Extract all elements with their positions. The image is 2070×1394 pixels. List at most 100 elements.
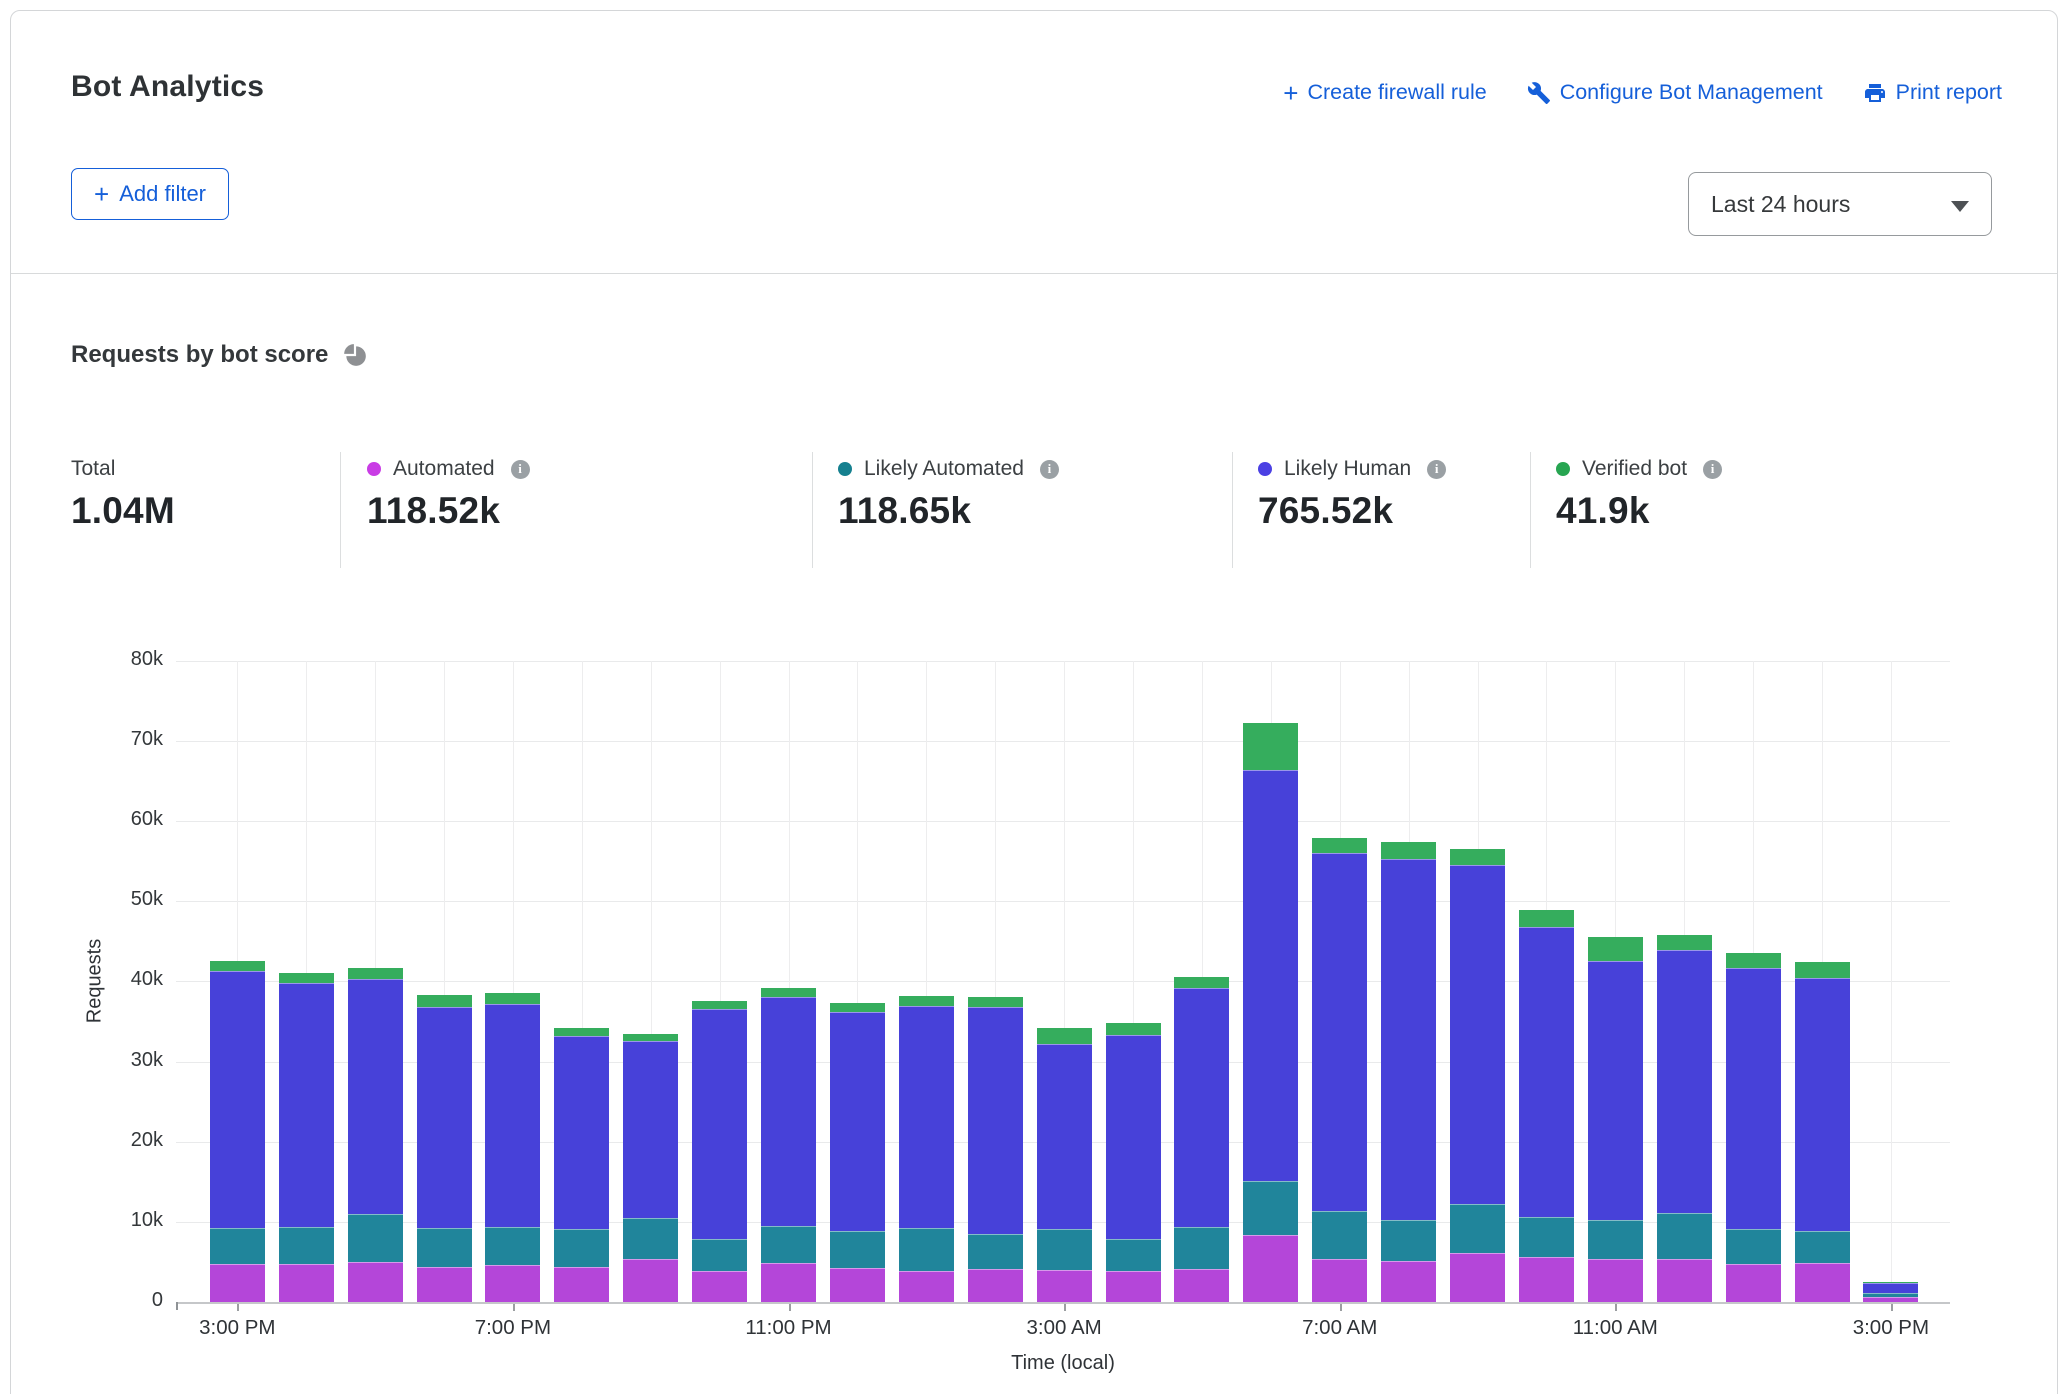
y-tick-label: 20k: [103, 1129, 163, 1152]
bar-segment-likely-automated: [1519, 1217, 1574, 1257]
bar-column[interactable]: [1795, 962, 1850, 1302]
bar-column[interactable]: [1037, 1028, 1092, 1302]
bar-column[interactable]: [1863, 1282, 1918, 1302]
bar-column[interactable]: [692, 1001, 747, 1302]
bar-column[interactable]: [348, 968, 403, 1302]
bar-segment-likely-human: [1863, 1283, 1918, 1293]
bar-segment-automated: [210, 1264, 265, 1302]
bar-segment-likely-human: [417, 1007, 472, 1228]
bar-segment-automated: [279, 1264, 334, 1302]
bar-segment-likely-automated: [1174, 1227, 1229, 1269]
bar-column[interactable]: [899, 996, 954, 1302]
bar-column[interactable]: [279, 973, 334, 1302]
bar-segment-verified-bot: [1106, 1023, 1161, 1035]
bar-column[interactable]: [1381, 842, 1436, 1302]
bar-segment-likely-automated: [1106, 1239, 1161, 1271]
bar-segment-likely-human: [1243, 770, 1298, 1181]
bar-column[interactable]: [1657, 935, 1712, 1302]
bar-segment-likely-human: [1726, 968, 1781, 1229]
bar-segment-likely-automated: [1588, 1220, 1643, 1259]
bar-segment-automated: [1381, 1261, 1436, 1302]
bar-column[interactable]: [1174, 977, 1229, 1302]
bar-segment-automated: [348, 1262, 403, 1302]
bar-segment-likely-automated: [210, 1228, 265, 1264]
bar-segment-likely-automated: [968, 1234, 1023, 1269]
y-tick-label: 80k: [103, 648, 163, 671]
bar-segment-likely-human: [210, 971, 265, 1228]
bar-column[interactable]: [968, 997, 1023, 1302]
x-tick: [1615, 1304, 1617, 1311]
bar-segment-verified-bot: [899, 996, 954, 1006]
bar-segment-verified-bot: [1312, 838, 1367, 853]
bar-segment-automated: [968, 1269, 1023, 1302]
bar-segment-likely-human: [1588, 961, 1643, 1220]
bar-segment-likely-automated: [1243, 1181, 1298, 1236]
bar-column[interactable]: [554, 1028, 609, 1302]
x-tick: [513, 1304, 515, 1311]
bar-column[interactable]: [830, 1003, 885, 1302]
bar-column[interactable]: [1243, 723, 1298, 1302]
x-axis-title: Time (local): [963, 1352, 1163, 1375]
bar-segment-likely-human: [1381, 859, 1436, 1220]
bar-column[interactable]: [1450, 849, 1505, 1302]
bar-segment-likely-automated: [1795, 1231, 1850, 1264]
bar-column[interactable]: [1106, 1023, 1161, 1302]
y-tick-label: 60k: [103, 808, 163, 831]
bar-segment-automated: [417, 1267, 472, 1302]
bar-column[interactable]: [210, 961, 265, 1302]
bar-segment-verified-bot: [1795, 962, 1850, 978]
x-tick: [237, 1304, 239, 1311]
x-axis-line: [176, 1302, 1950, 1304]
y-tick-label: 70k: [103, 728, 163, 751]
bar-segment-verified-bot: [554, 1028, 609, 1036]
y-tick-label: 10k: [103, 1209, 163, 1232]
bar-segment-verified-bot: [761, 988, 816, 998]
bar-column[interactable]: [1312, 838, 1367, 1302]
bar-segment-likely-automated: [1381, 1220, 1436, 1261]
bar-segment-likely-human: [1795, 978, 1850, 1231]
x-tick: [1891, 1304, 1893, 1311]
bar-segment-likely-automated: [899, 1228, 954, 1270]
y-axis-zero-tick: [176, 1302, 178, 1310]
x-tick: [1064, 1304, 1066, 1311]
bar-column[interactable]: [1588, 937, 1643, 1302]
bar-segment-automated: [1106, 1271, 1161, 1302]
bar-segment-likely-human: [1657, 950, 1712, 1213]
bar-segment-verified-bot: [1657, 935, 1712, 950]
bar-segment-likely-human: [1037, 1044, 1092, 1229]
y-axis-title: Requests: [84, 939, 107, 1024]
bar-segment-automated: [1795, 1263, 1850, 1302]
bar-segment-likely-human: [1519, 927, 1574, 1217]
bar-column[interactable]: [1726, 953, 1781, 1302]
bar-column[interactable]: [623, 1034, 678, 1302]
bar-column[interactable]: [485, 993, 540, 1303]
bar-segment-likely-human: [899, 1006, 954, 1228]
x-tick-label: 11:00 PM: [709, 1316, 869, 1340]
bar-segment-automated: [899, 1271, 954, 1302]
bar-segment-verified-bot: [1037, 1028, 1092, 1044]
bar-segment-automated: [1037, 1270, 1092, 1302]
bar-segment-likely-automated: [1037, 1229, 1092, 1270]
bar-segment-likely-automated: [1726, 1229, 1781, 1263]
bar-segment-likely-human: [1312, 853, 1367, 1211]
y-tick-label: 0: [103, 1289, 163, 1312]
bar-segment-likely-human: [761, 997, 816, 1226]
bar-segment-automated: [1450, 1253, 1505, 1302]
bar-segment-verified-bot: [968, 997, 1023, 1007]
bar-segment-likely-automated: [485, 1227, 540, 1265]
x-tick: [1340, 1304, 1342, 1311]
bar-column[interactable]: [417, 995, 472, 1302]
bar-segment-likely-automated: [830, 1231, 885, 1268]
bar-segment-likely-automated: [1450, 1204, 1505, 1253]
bar-segment-verified-bot: [485, 993, 540, 1004]
bar-segment-likely-human: [1174, 988, 1229, 1228]
bar-column[interactable]: [1519, 910, 1574, 1302]
bar-segment-likely-automated: [348, 1214, 403, 1262]
bar-segment-likely-automated: [417, 1228, 472, 1267]
y-tick-label: 50k: [103, 888, 163, 911]
bar-segment-verified-bot: [1381, 842, 1436, 860]
bar-column[interactable]: [761, 988, 816, 1302]
x-tick: [789, 1304, 791, 1311]
v-gridline: [1891, 661, 1892, 1302]
bar-segment-verified-bot: [279, 973, 334, 983]
